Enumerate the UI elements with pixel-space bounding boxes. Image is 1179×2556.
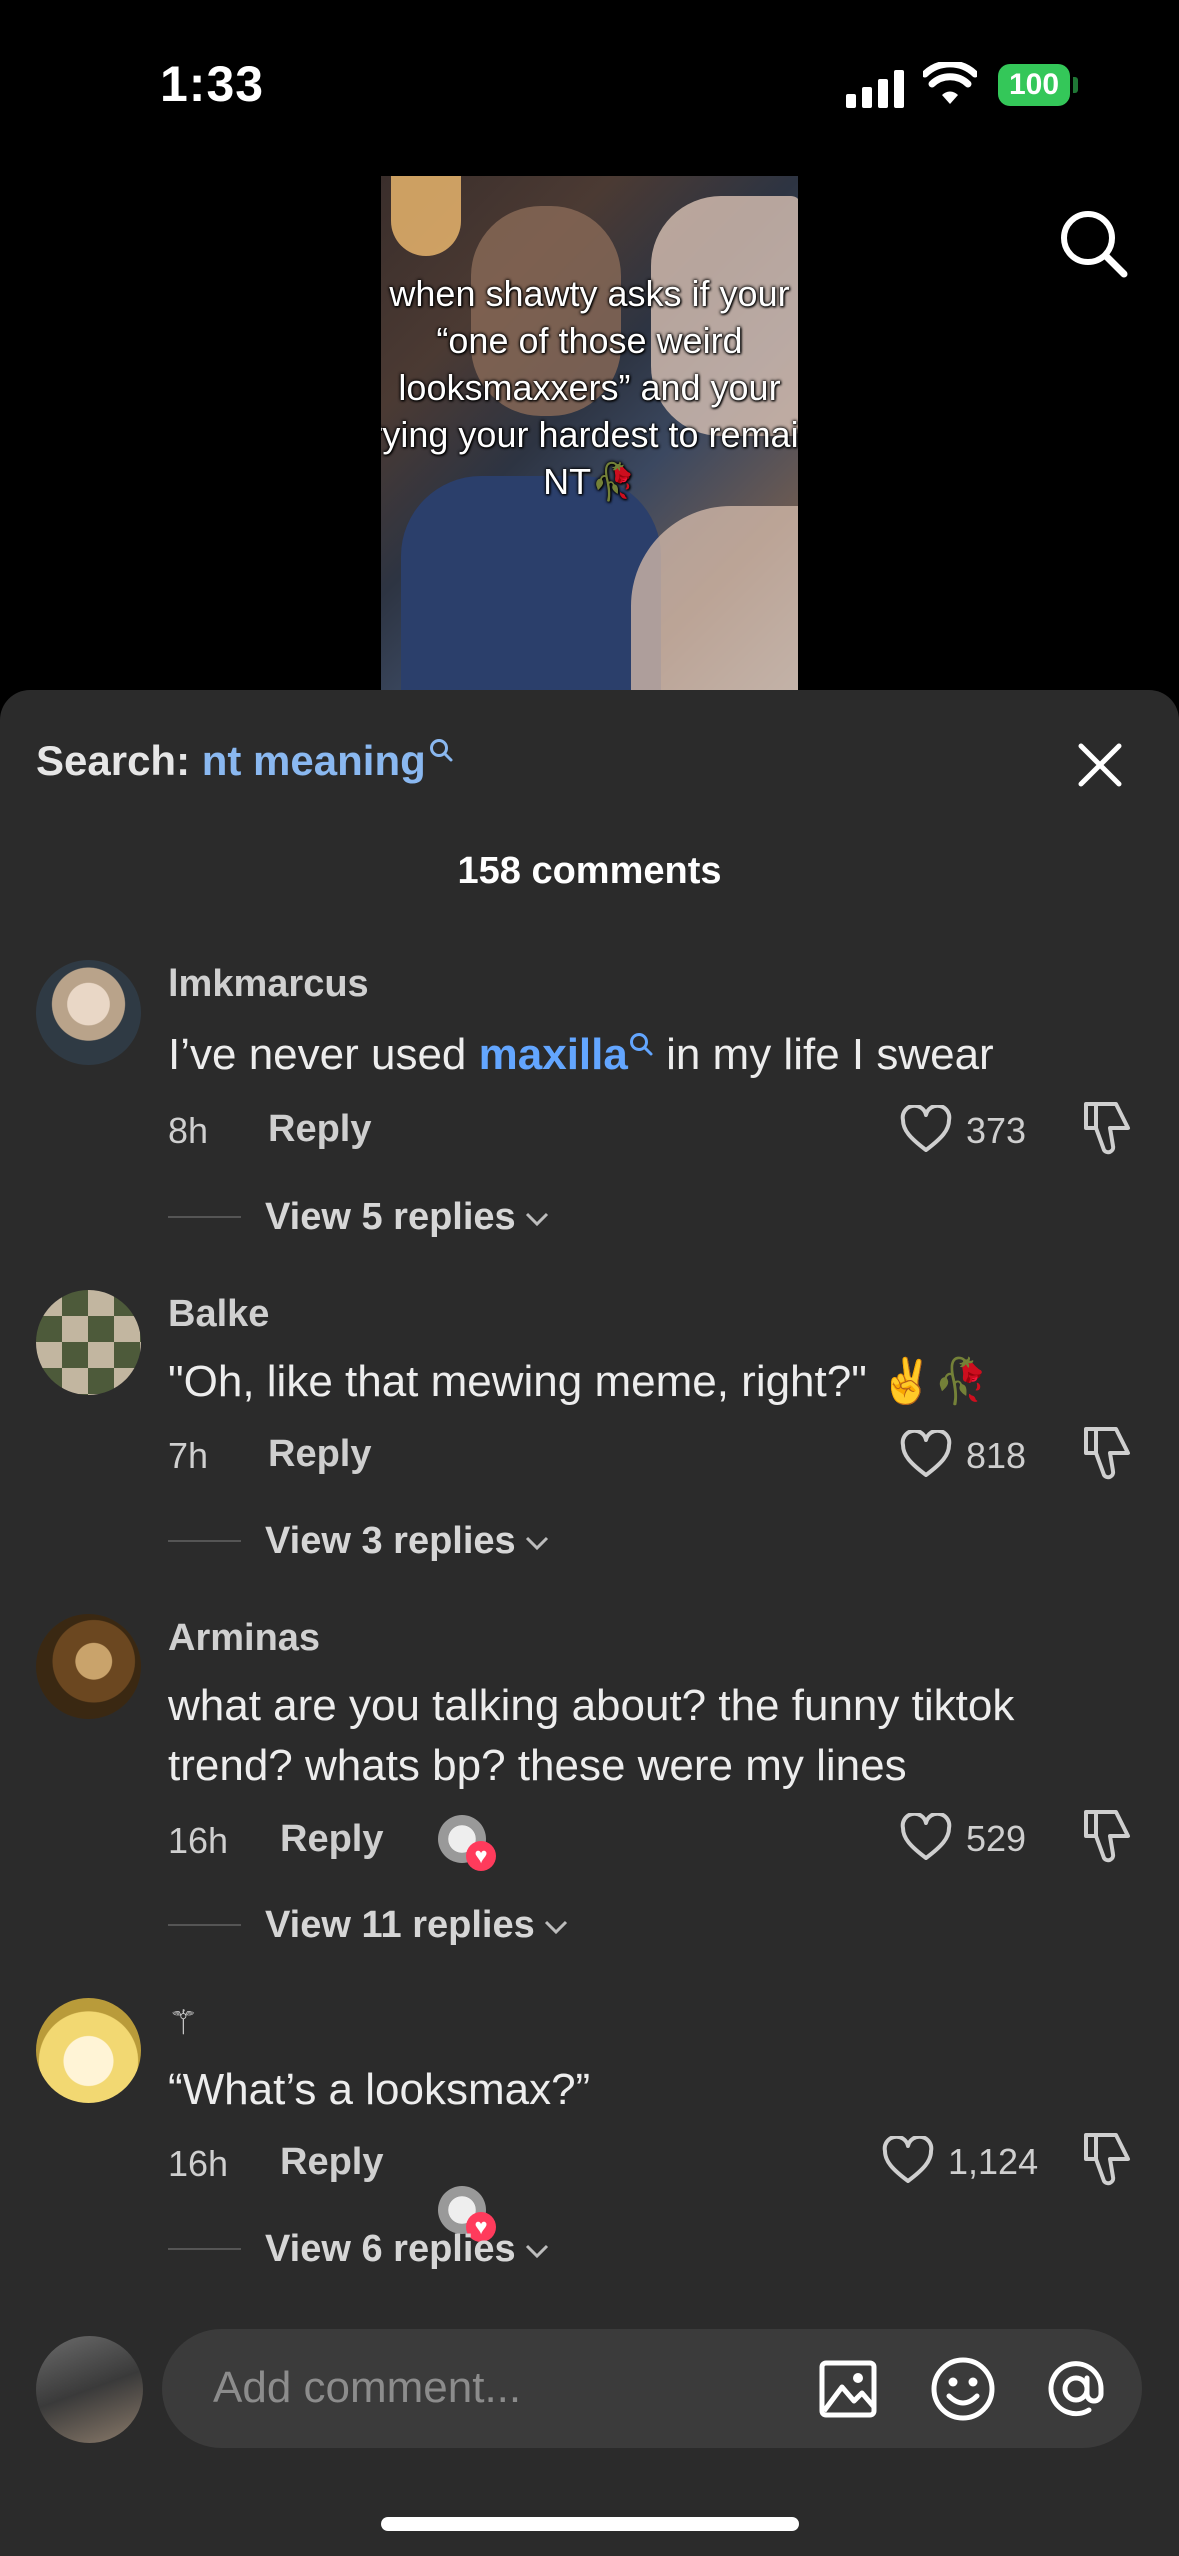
comment-text: what are you talking about? the funny ti… — [168, 1681, 1015, 1790]
creator-liked-avatar: ♥ — [438, 1815, 496, 1871]
mention-icon[interactable] — [1043, 2356, 1109, 2422]
chevron-down-icon — [525, 2244, 548, 2259]
video-caption: when shawty asks if your “one of those w… — [381, 273, 798, 502]
comment-time: 8h — [168, 1110, 209, 1151]
view-replies-label: View 11 replies — [265, 1904, 535, 1946]
divider — [168, 2248, 241, 2250]
status-time: 1:33 — [160, 56, 265, 112]
video-shirt — [401, 476, 661, 691]
divider — [168, 1216, 241, 1218]
battery-indicator: 100 — [998, 64, 1070, 106]
reply-button[interactable]: Reply — [280, 2141, 383, 2184]
search-suggestion[interactable]: Search: nt meaning — [36, 737, 454, 785]
view-replies-label: View 3 replies — [265, 1520, 516, 1562]
comment-time: 16h — [168, 2143, 229, 2184]
comment-time: 16h — [168, 1820, 229, 1861]
avatar[interactable] — [36, 1614, 141, 1719]
comment-text-part: in my life I swear — [653, 1030, 994, 1079]
comment-username[interactable]: Arminas — [168, 1617, 320, 1660]
image-icon[interactable] — [818, 2359, 878, 2419]
view-replies-button[interactable]: View 6 replies — [265, 2228, 550, 2271]
dislike-icon[interactable] — [1080, 1100, 1134, 1158]
avatar[interactable] — [36, 1998, 141, 2103]
like-count: 373 — [966, 1110, 1027, 1151]
search-prefix: Search: — [36, 737, 191, 784]
comment-text: I’ve never used maxilla in my life I swe… — [168, 1025, 994, 1085]
comment-username[interactable]: Balke — [168, 1293, 269, 1336]
divider — [168, 1924, 241, 1926]
view-replies-button[interactable]: View 3 replies — [265, 1520, 550, 1563]
dislike-icon[interactable] — [1080, 2131, 1134, 2189]
creator-liked-avatar: ♥ — [438, 2186, 496, 2242]
cellular-signal-icon — [846, 70, 904, 108]
current-user-avatar[interactable] — [36, 2336, 143, 2443]
chevron-down-icon — [544, 1920, 567, 1935]
close-icon[interactable] — [1077, 742, 1123, 788]
view-replies-label: View 6 replies — [265, 2228, 516, 2270]
heart-icon[interactable] — [900, 1430, 952, 1478]
comment-text: "Oh, like that mewing meme, right?" ✌️🥀 — [168, 1357, 989, 1406]
comments-count: 158 comments — [457, 850, 722, 892]
heart-icon[interactable] — [900, 1105, 952, 1153]
home-indicator[interactable] — [381, 2517, 799, 2531]
video-lamp — [391, 176, 461, 256]
view-replies-button[interactable]: View 11 replies — [265, 1904, 569, 1947]
like-count: 529 — [966, 1818, 1027, 1859]
chevron-down-icon — [525, 1536, 548, 1551]
reply-button[interactable]: Reply — [268, 1108, 371, 1151]
comment-input-placeholder[interactable]: Add comment... — [213, 2363, 521, 2413]
wifi-icon — [923, 62, 977, 104]
reply-button[interactable]: Reply — [268, 1433, 371, 1476]
search-link[interactable]: maxilla — [479, 1030, 628, 1079]
comment-text-part: I’ve never used — [168, 1030, 479, 1079]
battery-tip — [1073, 77, 1078, 93]
view-replies-label: View 5 replies — [265, 1196, 516, 1238]
comment-text: “What’s a looksmax?” — [168, 2065, 591, 2114]
like-count: 818 — [966, 1435, 1027, 1476]
divider — [168, 1540, 241, 1542]
emoji-icon[interactable] — [930, 2356, 996, 2422]
like-count: 1,124 — [948, 2141, 1039, 2182]
comment-username[interactable]: ⚚ — [168, 2003, 198, 2043]
reply-button[interactable]: Reply — [280, 1818, 383, 1861]
heart-icon[interactable] — [900, 1813, 952, 1861]
search-query[interactable]: nt meaning — [202, 737, 426, 784]
heart-badge-icon: ♥ — [466, 1841, 496, 1871]
comment-username[interactable]: lmkmarcus — [168, 963, 369, 1006]
search-icon[interactable] — [1058, 208, 1130, 280]
search-mini-icon — [629, 1033, 653, 1056]
dislike-icon[interactable] — [1080, 1425, 1134, 1483]
dislike-icon[interactable] — [1080, 1808, 1134, 1866]
search-mini-icon — [429, 739, 453, 762]
avatar[interactable] — [36, 960, 141, 1065]
video-thumbnail[interactable]: when shawty asks if your “one of those w… — [381, 176, 798, 691]
chevron-down-icon — [525, 1212, 548, 1227]
comment-time: 7h — [168, 1435, 209, 1476]
avatar[interactable] — [36, 1290, 141, 1395]
heart-icon[interactable] — [882, 2136, 934, 2184]
view-replies-button[interactable]: View 5 replies — [265, 1196, 550, 1239]
